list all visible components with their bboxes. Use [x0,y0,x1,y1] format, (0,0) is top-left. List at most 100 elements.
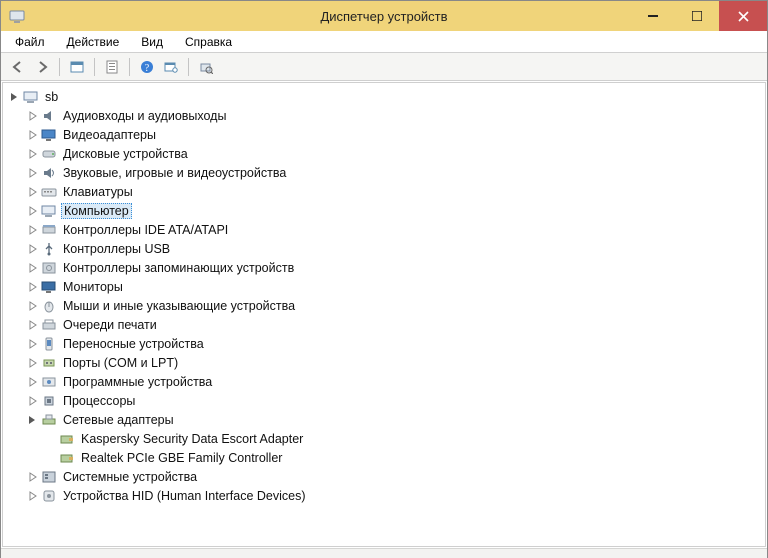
tree-child-item[interactable]: Realtek PCIe GBE Family Controller [9,448,765,467]
tree-item[interactable]: Контроллеры запоминающих устройств [9,258,765,277]
tree-item[interactable]: Контроллеры IDE ATA/ATAPI [9,220,765,239]
expand-arrow-icon[interactable] [27,205,39,217]
storage-icon [41,260,57,276]
tree-item-label: Программные устройства [61,375,214,389]
expand-arrow-icon[interactable] [27,129,39,141]
hid-icon [41,488,57,504]
expand-arrow-icon[interactable] [27,319,39,331]
menu-action[interactable]: Действие [57,33,130,51]
netcard-icon [59,431,75,447]
tree-item-label: Контроллеры запоминающих устройств [61,261,296,275]
expand-arrow-icon[interactable] [27,300,39,312]
maximize-button[interactable] [675,1,719,31]
tree-item-label: Системные устройства [61,470,199,484]
tree-root-label: sb [43,90,60,104]
tree-item[interactable]: Компьютер [9,201,765,220]
tree-item[interactable]: Звуковые, игровые и видеоустройства [9,163,765,182]
cpu-icon [41,393,57,409]
tree-child-item[interactable]: Kaspersky Security Data Escort Adapter [9,429,765,448]
svg-text:?: ? [145,63,150,74]
expand-arrow-icon[interactable] [27,224,39,236]
computer-icon [41,203,57,219]
sound-icon [41,165,57,181]
tree-item[interactable]: Аудиовходы и аудиовыходы [9,106,765,125]
expand-arrow-icon[interactable] [27,471,39,483]
tree-item-label: Сетевые адаптеры [61,413,176,427]
tree-item[interactable]: Клавиатуры [9,182,765,201]
show-hidden-button[interactable] [66,56,88,78]
expand-arrow-icon[interactable] [27,186,39,198]
tree-item-label: Устройства HID (Human Interface Devices) [61,489,308,503]
expand-arrow-icon[interactable] [27,110,39,122]
tree-item[interactable]: Мыши и иные указывающие устройства [9,296,765,315]
tree-item[interactable]: Дисковые устройства [9,144,765,163]
expand-arrow-icon[interactable] [27,243,39,255]
expand-arrow-icon[interactable] [27,357,39,369]
tree-root[interactable]: sb [9,87,765,106]
window-controls [631,1,767,31]
tree-item-label: Контроллеры IDE ATA/ATAPI [61,223,230,237]
forward-button[interactable] [31,56,53,78]
tree-item-label: Клавиатуры [61,185,135,199]
tree-item-label: Звуковые, игровые и видеоустройства [61,166,288,180]
menu-view[interactable]: Вид [131,33,173,51]
menu-bar: Файл Действие Вид Справка [1,31,767,53]
tree-item[interactable]: Системные устройства [9,467,765,486]
minimize-button[interactable] [631,1,675,31]
expand-arrow-icon[interactable] [27,376,39,388]
close-button[interactable] [719,1,767,31]
audio-icon [41,108,57,124]
back-button[interactable] [7,56,29,78]
tree-item[interactable]: Переносные устройства [9,334,765,353]
mouse-icon [41,298,57,314]
expand-arrow-icon[interactable] [27,167,39,179]
toolbar-separator [59,58,60,76]
app-icon [9,8,25,24]
title-bar: Диспетчер устройств [1,1,767,31]
tree-item[interactable]: Контроллеры USB [9,239,765,258]
toolbar-separator [129,58,130,76]
display-icon [41,127,57,143]
tree-item[interactable]: Программные устройства [9,372,765,391]
tree-item-label: Мыши и иные указывающие устройства [61,299,297,313]
menu-help[interactable]: Справка [175,33,242,51]
port-icon [41,355,57,371]
network-icon [41,412,57,428]
help-button[interactable]: ? [136,56,158,78]
tree-item-label: Аудиовходы и аудиовыходы [61,109,228,123]
expand-arrow-icon[interactable] [27,281,39,293]
tree-item-label: Дисковые устройства [61,147,190,161]
tree-item[interactable]: Процессоры [9,391,765,410]
tree-item-label: Порты (COM и LPT) [61,356,180,370]
expand-arrow-icon[interactable] [27,395,39,407]
properties-button[interactable] [101,56,123,78]
system-icon [41,469,57,485]
expand-arrow-icon[interactable] [27,338,39,350]
portable-icon [41,336,57,352]
toolbar: ? [1,53,767,81]
tree-item[interactable]: Очереди печати [9,315,765,334]
toolbar-separator [188,58,189,76]
scan-hardware-button[interactable] [195,56,217,78]
tree-item[interactable]: Устройства HID (Human Interface Devices) [9,486,765,505]
tree-item[interactable]: Порты (COM и LPT) [9,353,765,372]
collapse-arrow-icon[interactable] [27,414,39,426]
device-tree[interactable]: sb Аудиовходы и аудиовыходы Видеоадаптеры… [2,82,766,547]
tree-item[interactable]: Мониторы [9,277,765,296]
keyboard-icon [41,184,57,200]
computer-icon [23,89,39,105]
status-bar [1,548,767,558]
tree-item-label: Realtek PCIe GBE Family Controller [79,451,284,465]
tree-item-label: Процессоры [61,394,137,408]
tree-item-label: Переносные устройства [61,337,206,351]
expand-arrow-icon[interactable] [27,148,39,160]
tree-item[interactable]: Видеоадаптеры [9,125,765,144]
menu-file[interactable]: Файл [5,33,55,51]
scan-button[interactable] [160,56,182,78]
toolbar-separator [94,58,95,76]
collapse-arrow-icon[interactable] [9,91,21,103]
tree-item-label: Мониторы [61,280,125,294]
expand-arrow-icon[interactable] [27,490,39,502]
expand-arrow-icon[interactable] [27,262,39,274]
tree-item[interactable]: Сетевые адаптеры [9,410,765,429]
